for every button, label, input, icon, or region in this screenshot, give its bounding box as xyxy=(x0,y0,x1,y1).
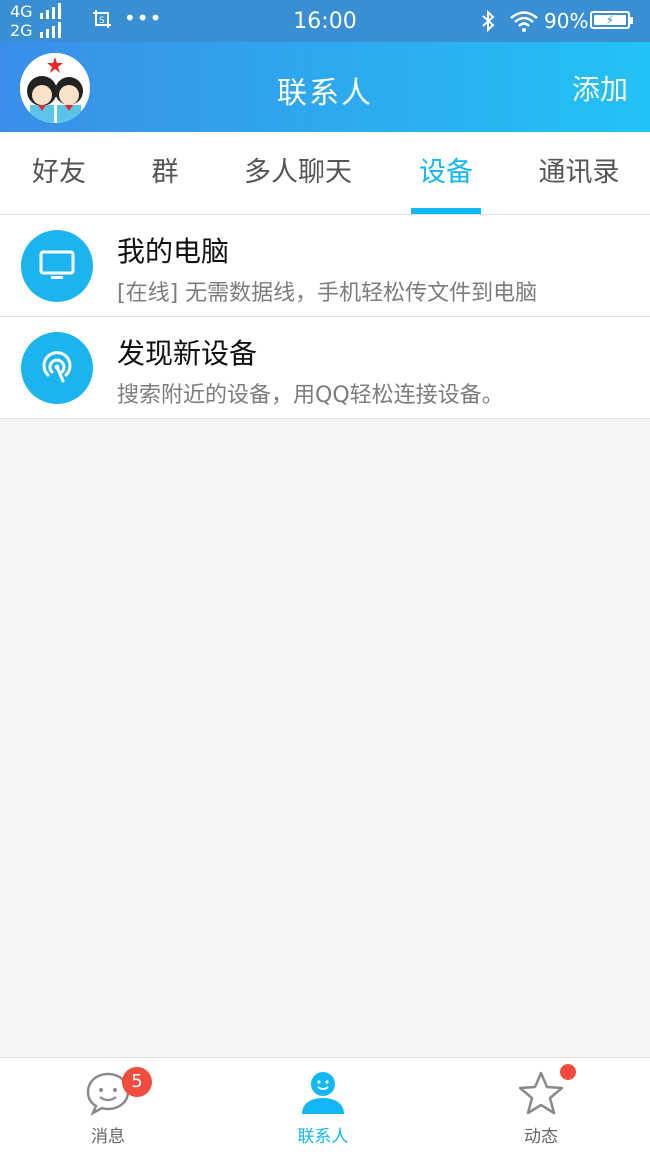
tab-groups[interactable]: 群 xyxy=(118,132,212,214)
monitor-icon xyxy=(21,230,93,302)
page-title: 联系人 xyxy=(277,76,373,111)
unread-badge: 5 xyxy=(122,1067,152,1097)
battery-percent: 90% xyxy=(544,9,589,33)
battery-charging-icon: ⚡ xyxy=(590,11,633,29)
tab-address-book[interactable]: 通讯录 xyxy=(508,132,650,214)
notification-dot xyxy=(560,1064,576,1080)
nav-contacts[interactable]: 联系人 xyxy=(253,1058,393,1156)
status-bar: 4G 2G S ••• 16:00 90% ⚡ xyxy=(0,0,650,42)
add-button[interactable]: 添加 xyxy=(572,68,628,108)
device-subtitle: 搜索附近的设备，用QQ轻松连接设备。 xyxy=(117,383,504,408)
device-subtitle: [在线] 无需数据线，手机轻松传文件到电脑 xyxy=(117,281,538,306)
bottom-nav: 5 消息 联系人 动态 xyxy=(0,1057,650,1156)
header-bar: 联系人 添加 xyxy=(0,42,650,132)
device-list: 我的电脑 [在线] 无需数据线，手机轻松传文件到电脑 发现新设备 搜索附近的设备… xyxy=(0,215,650,419)
tab-devices[interactable]: 设备 xyxy=(384,132,508,214)
tab-bar: 好友 群 多人聊天 设备 通讯录 xyxy=(0,132,650,215)
radar-icon xyxy=(21,332,93,404)
nav-label: 联系人 xyxy=(297,1127,349,1147)
nav-messages[interactable]: 5 消息 xyxy=(38,1058,178,1156)
tab-multi-chat[interactable]: 多人聊天 xyxy=(212,132,384,214)
list-item-discover-devices[interactable]: 发现新设备 搜索附近的设备，用QQ轻松连接设备。 xyxy=(0,317,650,419)
tab-friends[interactable]: 好友 xyxy=(0,132,118,214)
list-item-my-computer[interactable]: 我的电脑 [在线] 无需数据线，手机轻松传文件到电脑 xyxy=(0,215,650,317)
active-tab-indicator xyxy=(411,208,481,214)
nav-label: 动态 xyxy=(524,1127,558,1147)
star-icon xyxy=(518,1071,564,1115)
device-title: 发现新设备 xyxy=(117,337,258,370)
nav-label: 消息 xyxy=(91,1127,125,1147)
wifi-icon xyxy=(510,11,538,32)
device-title: 我的电脑 xyxy=(117,235,230,268)
contacts-person-icon xyxy=(302,1072,344,1114)
nav-feed[interactable]: 动态 xyxy=(471,1058,611,1156)
bluetooth-icon xyxy=(482,9,495,33)
